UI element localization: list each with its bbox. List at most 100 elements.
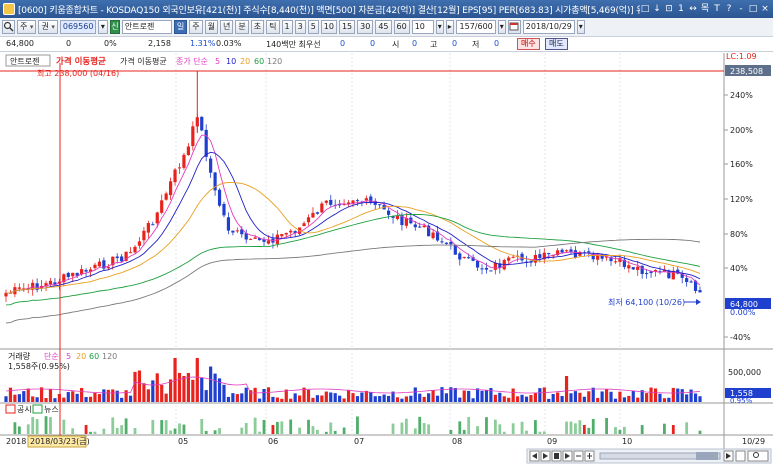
calendar-icon[interactable] [507,20,521,34]
volume-bar [645,393,649,402]
volume-legend-type: 단순 [44,351,59,361]
volume-bar [231,393,235,402]
volume-bar [320,395,324,402]
volume-bar [511,388,515,402]
text-icon[interactable]: T [712,3,722,15]
interval-5[interactable]: 5 [307,20,319,34]
candle-body [169,181,173,196]
data-count-field[interactable]: 157/600 [455,20,496,34]
interval-45[interactable]: 45 [375,20,392,34]
legend-title: 가격 이동평균 [56,56,106,67]
code-dropdown-button[interactable]: ▾ [97,20,108,34]
scroll-end-button[interactable] [735,450,746,462]
interval-1[interactable]: 1 [281,20,293,34]
news-bar [605,418,608,434]
volume-bar [587,391,591,402]
volume-bar [409,395,413,402]
list-icon[interactable]: 목 [700,3,710,15]
chevron-down-icon[interactable]: ▾ [435,20,444,34]
volume-bar [427,393,431,402]
volume-bar [435,395,440,402]
help-icon[interactable]: ? [724,3,734,15]
interval-15[interactable]: 15 [338,20,356,34]
news-bar [115,427,119,434]
stock-chart[interactable]: 안트로젠 가격 이동평균 가격 이동평균 종가 단순 5 10 20 60 12… [0,52,773,468]
stock-name-field[interactable]: 안트로젠 [121,20,172,34]
buy-button[interactable]: 매수 [517,38,540,50]
minimize-button[interactable]: - [736,3,746,15]
stock-code-input[interactable]: 069560 [59,20,96,34]
volume-bar [564,376,569,402]
volume-bar [653,388,658,402]
interval-10[interactable]: 10 [320,20,337,34]
candle-body [689,281,693,283]
volume-bar [39,387,44,402]
candle-body [507,257,511,261]
quote-info-row: 64,800 0 0% 2,158 1.31% 0.03% 140백만 최우선 … [0,37,773,52]
news-bar [578,420,582,434]
candle-body [48,280,53,285]
candle-body [235,230,239,232]
news-bar [449,429,453,434]
one-icon[interactable]: 1 [676,3,686,15]
news-bar [89,431,92,434]
candle-body [253,237,257,239]
volume-bar [524,396,529,402]
chevron-down-icon[interactable]: ▾ [576,20,585,34]
volume-bar [262,389,266,402]
news-checkbox[interactable] [32,404,43,414]
volume-bar [471,398,475,402]
magnifier-icon[interactable] [2,20,15,34]
tab-period-week[interactable]: 주 [189,20,203,34]
restore-icon[interactable]: □ [640,3,650,15]
maximize-button[interactable]: □ [748,3,758,15]
volume-bar [622,397,626,402]
sell-button[interactable]: 매도 [545,38,568,50]
candle-body [209,158,213,173]
news-bar [458,421,462,434]
volume-bar [128,395,133,402]
date-field[interactable]: 2018/10/29 [522,20,575,34]
type-select[interactable]: 주 ▾ [17,20,37,34]
candle-body [177,167,182,169]
interval-30[interactable]: 30 [357,20,374,34]
market-select[interactable]: 권 ▾ [38,20,58,34]
tab-period-tick[interactable]: 틱 [266,20,280,34]
layout-icon[interactable]: ⊡ [664,3,674,15]
news-bar [280,421,284,434]
download-icon[interactable]: ↓ [652,3,662,15]
close-button[interactable]: × [760,3,770,15]
app-icon [3,3,15,15]
chart-background [0,53,773,468]
price-tick-label: -40% [730,333,751,342]
tab-period-year[interactable]: 년 [220,20,234,34]
news-bar [685,422,689,434]
news-bar [400,422,404,434]
interval-3[interactable]: 3 [294,20,306,34]
tab-period-month[interactable]: 월 [204,20,218,34]
news-bar [240,427,244,434]
legend-ma120: 120 [267,57,282,66]
news-bar [356,416,359,434]
interval-input[interactable]: 10 [411,20,434,34]
new-stock-button[interactable]: 신 [109,20,120,34]
volume-bar [22,391,26,402]
tab-period-minute[interactable]: 분 [235,20,249,34]
volume-bar [235,394,239,402]
news-bar [164,420,168,434]
candle-body [142,230,146,241]
tab-period-day[interactable]: 일 [173,20,188,34]
chart-area[interactable]: 안트로젠 가격 이동평균 가격 이동평균 종가 단순 5 10 20 60 12… [0,52,773,468]
candle-body [324,200,328,203]
chevron-right-icon[interactable]: ▸ [445,20,454,34]
window-controls: □ ↓ ⊡ 1 ↔ 목 T ? - □ × [640,3,770,15]
interval-60[interactable]: 60 [393,20,410,34]
link-icon[interactable]: ↔ [688,3,698,15]
news-bar [307,419,310,434]
chevron-down-icon[interactable]: ▾ [497,20,506,34]
tab-period-second[interactable]: 초 [250,20,265,34]
disclosure-checkbox[interactable] [5,404,16,414]
candle-body [458,253,462,260]
volume-bar [306,389,311,402]
scrollbar-thumb[interactable] [696,452,718,460]
